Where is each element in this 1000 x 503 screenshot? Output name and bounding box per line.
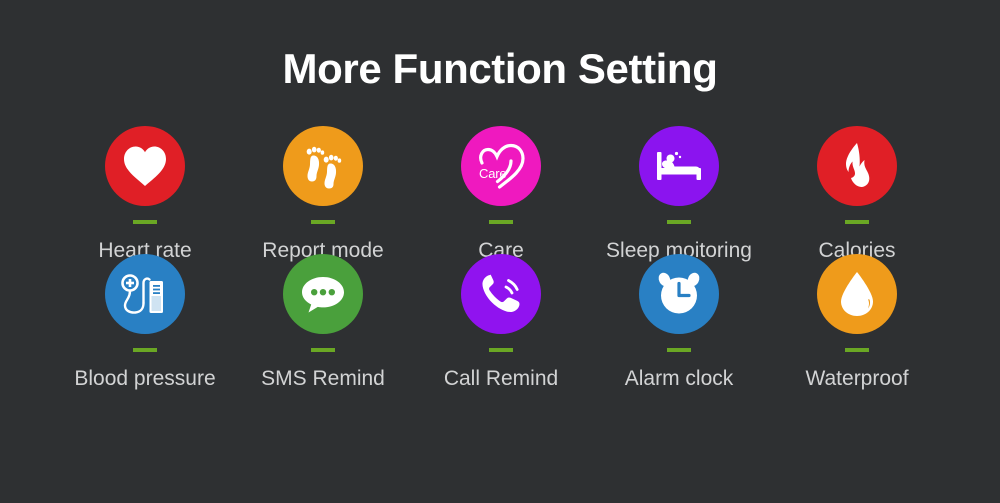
feature-row-1: Heart rate Report mode Care Care Sleep m… xyxy=(56,126,946,263)
divider-dash xyxy=(133,220,157,224)
divider-dash xyxy=(845,220,869,224)
feature-row-2: Blood pressure SMS Remind Call Remind Al… xyxy=(56,254,946,391)
feature-item-sms-remind[interactable]: SMS Remind xyxy=(234,254,412,391)
feature-grid: Heart rate Report mode Care Care Sleep m… xyxy=(56,126,946,391)
feature-label: Call Remind xyxy=(443,367,559,390)
phone-ringing-icon xyxy=(461,254,541,334)
footprints-icon xyxy=(283,126,363,206)
divider-dash xyxy=(311,348,335,352)
feature-label: Waterproof xyxy=(805,367,909,390)
chat-bubble-icon xyxy=(283,254,363,334)
divider-dash xyxy=(489,348,513,352)
water-drop-icon xyxy=(817,254,897,334)
divider-dash xyxy=(845,348,869,352)
page-title: More Function Setting xyxy=(282,45,718,92)
divider-dash xyxy=(311,220,335,224)
divider-dash xyxy=(133,348,157,352)
feature-item-sleep-monitoring[interactable]: Sleep moitoring xyxy=(590,126,768,263)
flame-icon xyxy=(817,126,897,206)
feature-label: Blood pressure xyxy=(74,367,216,390)
feature-item-call-remind[interactable]: Call Remind xyxy=(412,254,590,391)
divider-dash xyxy=(667,348,691,352)
divider-dash xyxy=(667,220,691,224)
feature-item-care[interactable]: Care Care xyxy=(412,126,590,263)
feature-item-blood-pressure[interactable]: Blood pressure xyxy=(56,254,234,391)
feature-label: Alarm clock xyxy=(624,367,734,390)
feature-label: SMS Remind xyxy=(261,367,385,390)
care-icon-text: Care xyxy=(479,166,507,181)
feature-showcase-page: More Function Setting Heart rate Report … xyxy=(0,0,1000,503)
divider-dash xyxy=(489,220,513,224)
feature-item-report-mode[interactable]: Report mode xyxy=(234,126,412,263)
heart-icon xyxy=(105,126,185,206)
feature-item-waterproof[interactable]: Waterproof xyxy=(768,254,946,391)
blood-pressure-monitor-icon xyxy=(105,254,185,334)
feature-item-heart-rate[interactable]: Heart rate xyxy=(56,126,234,263)
feature-item-calories[interactable]: Calories xyxy=(768,126,946,263)
bed-sleep-icon xyxy=(639,126,719,206)
care-heart-icon: Care xyxy=(461,126,541,206)
feature-item-alarm-clock[interactable]: Alarm clock xyxy=(590,254,768,391)
alarm-clock-icon xyxy=(639,254,719,334)
